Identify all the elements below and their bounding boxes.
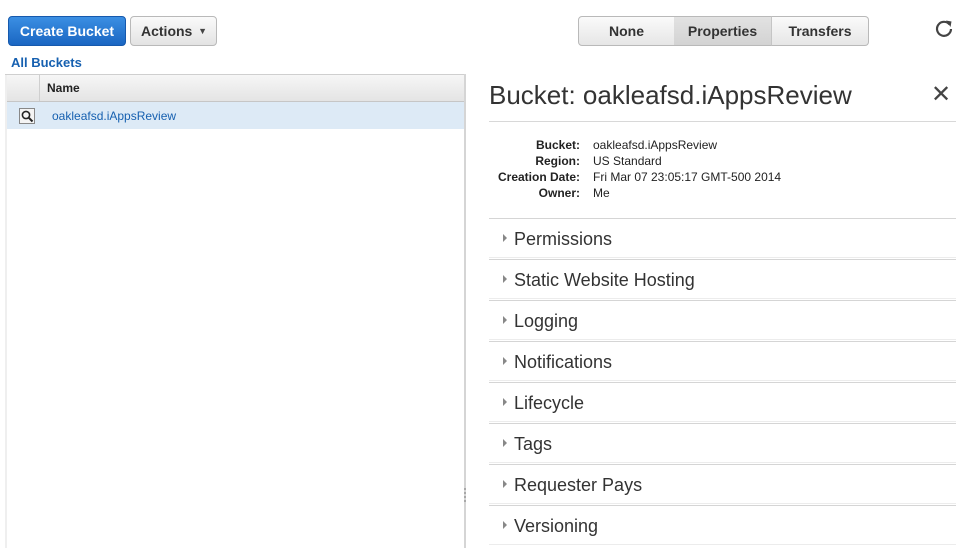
property-row: Region: US Standard (489, 154, 781, 170)
property-value: oakleafsd.iAppsReview (593, 138, 718, 152)
section-label: Tags (514, 434, 553, 454)
bucket-properties: Bucket: oakleafsd.iAppsReview Region: US… (489, 138, 781, 202)
detail-divider (489, 121, 956, 122)
bucket-table-header: Name (7, 75, 464, 102)
section-label: Notifications (514, 352, 613, 372)
actions-dropdown[interactable]: Actions ▼ (130, 16, 217, 46)
create-bucket-button[interactable]: Create Bucket (8, 16, 126, 46)
panel-splitter[interactable] (464, 74, 466, 548)
section-tags[interactable]: Tags (489, 423, 956, 463)
expand-arrow-icon (503, 275, 507, 283)
select-column-header (7, 75, 40, 101)
property-label: Region: (535, 154, 580, 168)
close-icon[interactable]: ✕ (931, 82, 951, 108)
table-row[interactable]: oakleafsd.iAppsReview (7, 102, 464, 129)
property-label: Creation Date: (497, 170, 580, 184)
section-label: Lifecycle (514, 393, 585, 413)
section-notifications[interactable]: Notifications (489, 341, 956, 381)
property-row: Bucket: oakleafsd.iAppsReview (489, 138, 781, 154)
left-panel-edge (5, 75, 7, 548)
section-permissions[interactable]: Permissions (489, 218, 956, 258)
all-buckets-link[interactable]: All Buckets (11, 55, 82, 70)
actions-label: Actions (141, 23, 193, 39)
view-none-button[interactable]: None (578, 16, 675, 46)
section-static-website-hosting[interactable]: Static Website Hosting (489, 259, 956, 299)
property-value: US Standard (593, 154, 662, 168)
property-label: Owner: (538, 186, 580, 200)
section-requester-pays[interactable]: Requester Pays (489, 464, 956, 504)
name-column-header[interactable]: Name (47, 81, 80, 95)
expand-arrow-icon (503, 480, 507, 488)
splitter-grip-icon[interactable] (463, 486, 467, 504)
expand-arrow-icon (503, 316, 507, 324)
expand-arrow-icon (503, 398, 507, 406)
bucket-detail-title: Bucket: oakleafsd.iAppsReview (489, 80, 852, 110)
expand-arrow-icon (503, 521, 507, 529)
section-label: Static Website Hosting (514, 270, 695, 290)
property-sections: Permissions Static Website Hosting Loggi… (489, 218, 956, 546)
section-label: Permissions (514, 229, 613, 249)
magnifier-icon[interactable] (19, 108, 35, 124)
section-lifecycle[interactable]: Lifecycle (489, 382, 956, 422)
section-label: Versioning (514, 516, 599, 536)
property-row: Creation Date: Fri Mar 07 23:05:17 GMT-5… (489, 170, 781, 186)
bucket-name-link[interactable]: oakleafsd.iAppsReview (52, 109, 176, 123)
view-transfers-button[interactable]: Transfers (771, 16, 869, 46)
chevron-down-icon: ▼ (198, 26, 207, 36)
property-value: Me (593, 186, 610, 200)
property-value: Fri Mar 07 23:05:17 GMT-500 2014 (593, 170, 782, 184)
section-logging[interactable]: Logging (489, 300, 956, 340)
expand-arrow-icon (503, 439, 507, 447)
property-row: Owner: Me (489, 186, 781, 202)
section-versioning[interactable]: Versioning (489, 505, 956, 545)
refresh-icon[interactable] (934, 18, 956, 42)
section-label: Requester Pays (514, 475, 643, 495)
property-label: Bucket: (535, 138, 580, 152)
expand-arrow-icon (503, 357, 507, 365)
expand-arrow-icon (503, 234, 507, 242)
view-properties-button[interactable]: Properties (674, 16, 772, 46)
section-label: Logging (514, 311, 579, 331)
